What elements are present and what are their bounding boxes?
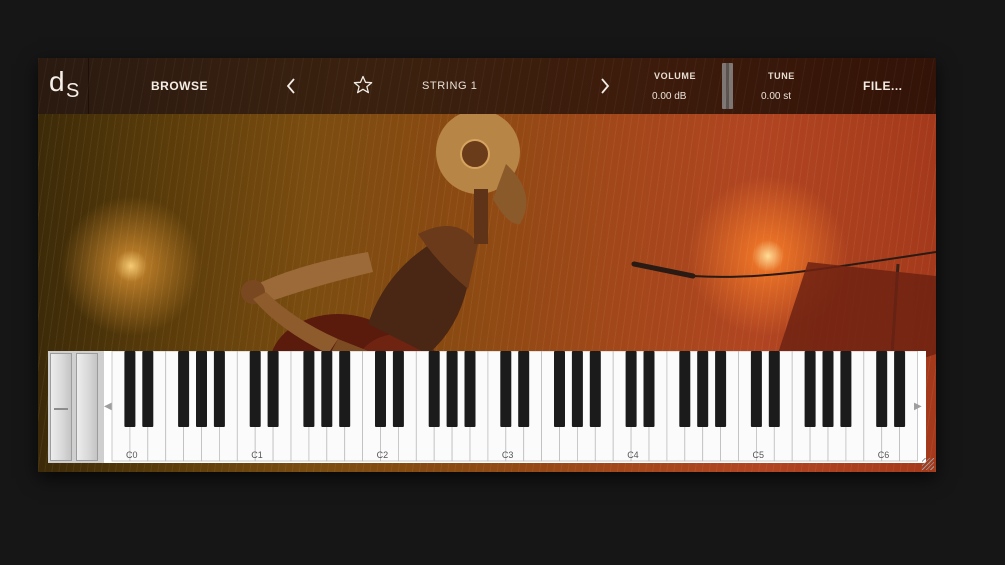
- logo: d S: [38, 58, 89, 114]
- black-key-C#5[interactable]: [750, 351, 762, 427]
- tune-label: TUNE: [768, 71, 795, 81]
- favorite-button[interactable]: [353, 75, 373, 95]
- black-key-D#0[interactable]: [142, 351, 154, 427]
- previous-preset-button[interactable]: [284, 72, 298, 100]
- black-key-C#4[interactable]: [625, 351, 637, 427]
- octave-label-C1: C1: [251, 450, 263, 460]
- piano-keys: C0 C1 C2 C3 C4 C5 C6 ◀ ▶: [104, 351, 926, 463]
- octave-label-C3: C3: [502, 450, 514, 460]
- virtual-keyboard: C0 C1 C2 C3 C4 C5 C6 ◀ ▶: [48, 351, 926, 463]
- black-key-D#1[interactable]: [267, 351, 279, 427]
- black-key-C#0[interactable]: [124, 351, 136, 427]
- next-preset-button[interactable]: [598, 72, 612, 100]
- black-key-A#4[interactable]: [715, 351, 727, 427]
- resize-grip[interactable]: [922, 458, 934, 470]
- black-key-A#5[interactable]: [840, 351, 852, 427]
- black-key-A#2[interactable]: [464, 351, 476, 427]
- file-menu-button[interactable]: FILE...: [863, 79, 903, 93]
- black-key-F#2[interactable]: [428, 351, 440, 427]
- preset-name[interactable]: STRING 1: [422, 80, 478, 92]
- plugin-window: d S BROWSE STRING 1 VOLUME 0.00 dB TUNE …: [38, 58, 936, 472]
- black-key-G#5[interactable]: [822, 351, 834, 427]
- black-key-F#5[interactable]: [804, 351, 816, 427]
- pitch-wheel-center-mark: [54, 408, 68, 410]
- piano-keys-svg: C0 C1 C2 C3 C4 C5 C6: [111, 351, 918, 462]
- header-bar: d S BROWSE STRING 1 VOLUME 0.00 dB TUNE …: [38, 58, 936, 114]
- black-key-F#1[interactable]: [303, 351, 315, 427]
- volume-value[interactable]: 0.00 dB: [652, 91, 686, 102]
- chevron-left-icon: [286, 78, 295, 94]
- octave-label-C6: C6: [878, 450, 890, 460]
- black-key-D#5[interactable]: [768, 351, 780, 427]
- black-key-A#3[interactable]: [589, 351, 601, 427]
- black-key-G#2[interactable]: [446, 351, 458, 427]
- black-key-A#1[interactable]: [339, 351, 351, 427]
- volume-meter: [722, 63, 733, 109]
- black-key-F#0[interactable]: [178, 351, 190, 427]
- octave-up-button[interactable]: ▶: [914, 401, 922, 412]
- black-key-D#3[interactable]: [518, 351, 530, 427]
- browse-button[interactable]: BROWSE: [151, 79, 208, 93]
- black-key-G#1[interactable]: [321, 351, 333, 427]
- octave-down-button[interactable]: ◀: [104, 401, 112, 412]
- octave-label-C2: C2: [377, 450, 389, 460]
- black-key-G#4[interactable]: [697, 351, 709, 427]
- black-key-G#0[interactable]: [196, 351, 207, 427]
- black-key-F#3[interactable]: [554, 351, 565, 427]
- black-key-C#6[interactable]: [876, 351, 888, 427]
- black-key-C#2[interactable]: [375, 351, 386, 427]
- black-key-D#2[interactable]: [392, 351, 404, 427]
- black-key-D#6[interactable]: [894, 351, 906, 427]
- modulation-wheel[interactable]: [76, 353, 98, 461]
- black-key-A#0[interactable]: [213, 351, 225, 427]
- black-key-C#1[interactable]: [249, 351, 261, 427]
- volume-label: VOLUME: [654, 71, 697, 81]
- logo-letter-s: S: [66, 80, 80, 102]
- chevron-right-icon: [601, 78, 610, 94]
- black-key-D#4[interactable]: [643, 351, 655, 427]
- star-icon: [353, 75, 373, 94]
- octave-label-C5: C5: [753, 450, 765, 460]
- black-key-C#3[interactable]: [500, 351, 512, 427]
- black-key-F#4[interactable]: [679, 351, 691, 427]
- tune-value[interactable]: 0.00 st: [761, 91, 791, 102]
- black-key-G#3[interactable]: [571, 351, 583, 427]
- octave-label-C4: C4: [627, 450, 639, 460]
- logo-letter-d: d: [49, 66, 65, 97]
- octave-label-C0: C0: [126, 450, 138, 460]
- pitch-bend-wheel[interactable]: [50, 353, 72, 461]
